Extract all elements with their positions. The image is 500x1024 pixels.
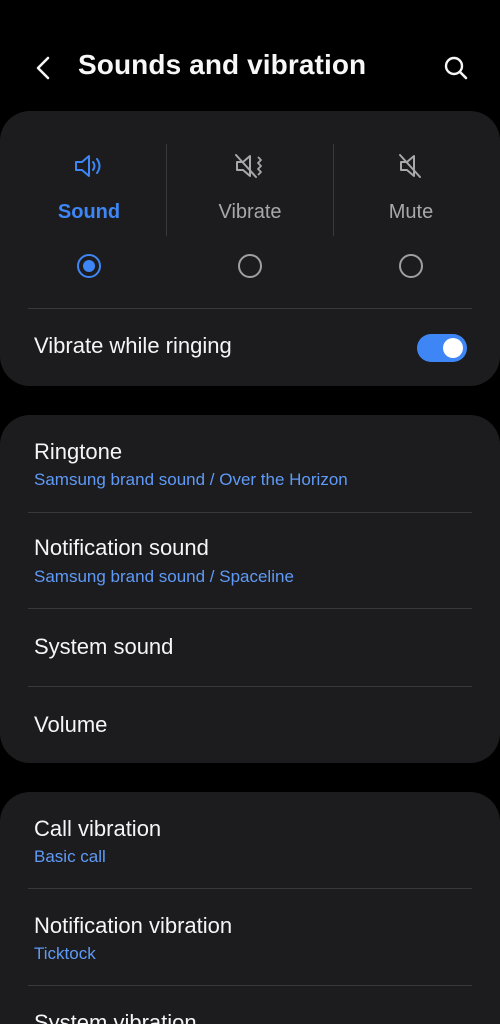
volume-item[interactable]: Volume — [0, 687, 500, 763]
search-icon — [444, 56, 468, 80]
header: Sounds and vibration — [0, 40, 500, 96]
mode-radio-vibrate[interactable] — [238, 254, 262, 278]
mode-radio-mute[interactable] — [399, 254, 423, 278]
call-vibration-item[interactable]: Call vibration Basic call — [0, 792, 500, 888]
back-button[interactable] — [24, 48, 64, 88]
sounds-card: Ringtone Samsung brand sound / Over the … — [0, 415, 500, 763]
mode-label-mute: Mute — [388, 201, 434, 223]
ringtone-title: Ringtone — [34, 439, 123, 464]
system-sound-item[interactable]: System sound — [0, 609, 500, 686]
mute-icon — [394, 149, 428, 183]
vibrate-icon — [233, 149, 267, 183]
toggle-knob — [443, 338, 463, 358]
mode-option-mute[interactable]: Mute — [328, 111, 494, 308]
vibrate-while-ringing-row[interactable]: Vibrate while ringing — [0, 309, 500, 385]
vibrate-while-ringing-label: Vibrate while ringing — [34, 333, 232, 358]
system-vibration-item[interactable]: System vibration — [0, 986, 500, 1024]
call-vibration-subtitle: Basic call — [34, 847, 106, 866]
notification-sound-item[interactable]: Notification sound Samsung brand sound /… — [0, 513, 500, 609]
mode-label-sound: Sound — [57, 201, 121, 223]
mode-option-vibrate[interactable]: Vibrate — [167, 111, 333, 308]
ringtone-subtitle: Samsung brand sound / Over the Horizon — [34, 470, 348, 489]
sound-mode-card: Sound Vibrate Mute Vibrate while ringing — [0, 111, 500, 386]
vibration-card: Call vibration Basic call Notification v… — [0, 792, 500, 1024]
notification-vibration-title: Notification vibration — [34, 913, 233, 938]
speaker-icon — [72, 149, 106, 183]
page-title: Sounds and vibration — [78, 49, 367, 80]
search-button[interactable] — [436, 48, 476, 88]
vibrate-while-ringing-toggle[interactable] — [417, 334, 467, 362]
system-sound-title: System sound — [34, 634, 174, 659]
notification-vibration-subtitle: Ticktock — [34, 944, 96, 963]
sound-mode-selector: Sound Vibrate Mute — [0, 111, 500, 308]
mode-radio-sound[interactable] — [77, 254, 101, 278]
mode-label-vibrate: Vibrate — [218, 201, 282, 223]
chevron-left-icon — [36, 56, 50, 80]
call-vibration-title: Call vibration — [34, 816, 162, 841]
system-vibration-title: System vibration — [34, 1010, 197, 1024]
notification-vibration-item[interactable]: Notification vibration Ticktock — [0, 889, 500, 985]
ringtone-item[interactable]: Ringtone Samsung brand sound / Over the … — [0, 415, 500, 512]
notification-sound-subtitle: Samsung brand sound / Spaceline — [34, 567, 294, 586]
mode-option-sound[interactable]: Sound — [6, 111, 172, 308]
screen: Sounds and vibration Sound Vibrate Mute … — [0, 0, 500, 1024]
volume-title: Volume — [34, 712, 108, 737]
notification-sound-title: Notification sound — [34, 535, 209, 560]
